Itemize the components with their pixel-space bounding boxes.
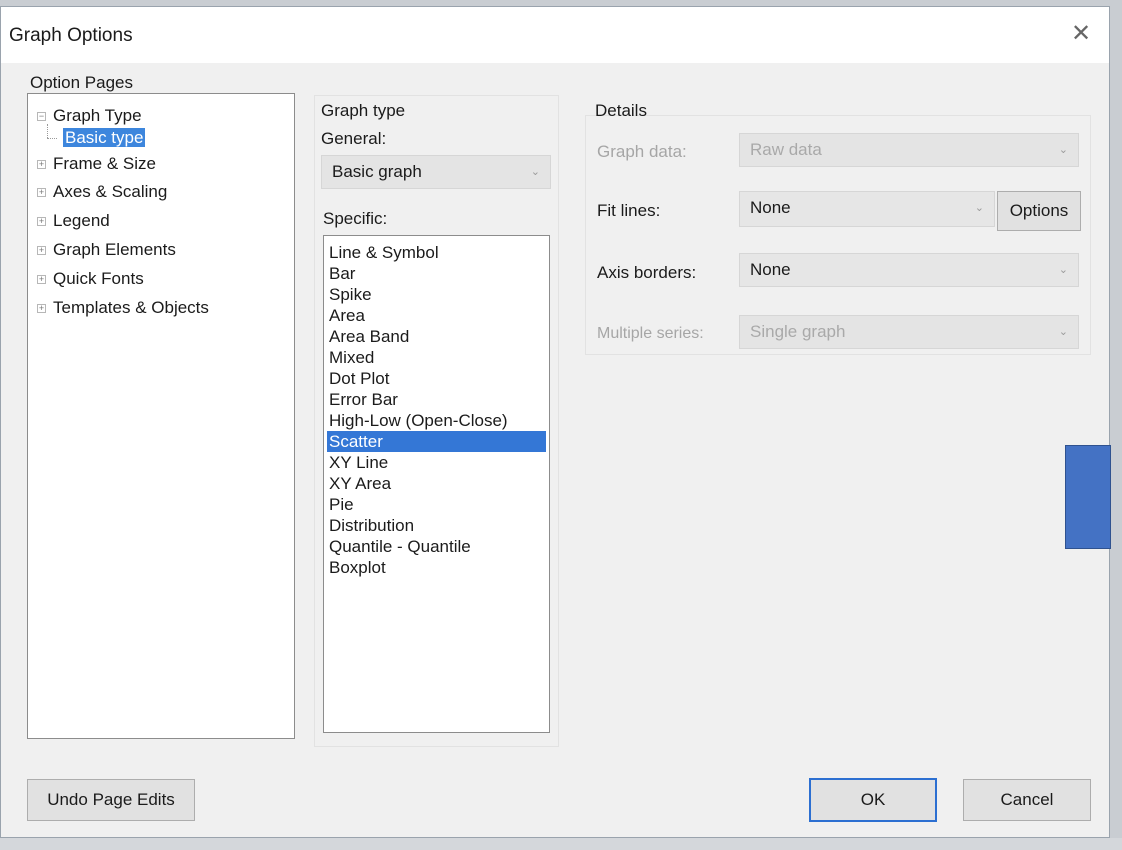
window-title: Graph Options <box>9 25 133 46</box>
fit-lines-select[interactable]: None ⌄ <box>739 191 995 227</box>
chevron-down-icon: ⌄ <box>530 166 540 178</box>
list-item[interactable]: Dot Plot <box>327 368 546 389</box>
expand-icon[interactable]: + <box>37 188 46 197</box>
graph-data-value: Raw data <box>750 140 822 159</box>
tree-item-axes-scaling[interactable]: + Axes & Scaling <box>37 182 168 202</box>
tree-item-label: Graph Elements <box>53 240 176 259</box>
option-pages-tree[interactable]: − Graph Type Basic type + Frame & Size +… <box>27 93 295 739</box>
multiple-series-value: Single graph <box>750 322 846 341</box>
list-item-selected[interactable]: Scatter <box>327 431 546 452</box>
tree-item-label: Templates & Objects <box>53 298 209 317</box>
fit-lines-value: None <box>750 198 791 217</box>
close-icon[interactable]: ✕ <box>1063 17 1099 53</box>
multiple-series-select: Single graph ⌄ <box>739 315 1079 349</box>
list-item[interactable]: Distribution <box>327 515 546 536</box>
general-label: General: <box>321 129 387 148</box>
graph-options-dialog: Graph Options ✕ Option Pages − Graph Typ… <box>0 6 1111 838</box>
list-item[interactable]: Quantile - Quantile <box>327 536 546 557</box>
chevron-down-icon: ⌄ <box>974 202 984 214</box>
list-item[interactable]: Area Band <box>327 326 546 347</box>
list-item[interactable]: Pie <box>327 494 546 515</box>
expand-icon[interactable]: + <box>37 275 46 284</box>
axis-borders-label: Axis borders: <box>597 263 697 282</box>
details-heading: Details <box>595 101 647 120</box>
list-item[interactable]: XY Area <box>327 473 546 494</box>
graph-type-heading: Graph type <box>321 101 406 120</box>
multiple-series-label: Multiple series: <box>597 325 704 342</box>
overlay-rectangle <box>1065 445 1111 549</box>
tree-item-label: Frame & Size <box>53 154 156 173</box>
axis-borders-value: None <box>750 260 791 279</box>
graph-data-label: Graph data: <box>597 142 687 161</box>
list-item[interactable]: XY Line <box>327 452 546 473</box>
tree-item-quick-fonts[interactable]: + Quick Fonts <box>37 269 144 289</box>
axis-borders-select[interactable]: None ⌄ <box>739 253 1079 287</box>
tree-connector <box>47 138 57 139</box>
cancel-button[interactable]: Cancel <box>963 779 1091 821</box>
general-select[interactable]: Basic graph ⌄ <box>321 155 551 189</box>
tree-item-templates-objects[interactable]: + Templates & Objects <box>37 298 209 318</box>
ok-button[interactable]: OK <box>809 778 937 822</box>
tree-item-label: Legend <box>53 211 110 230</box>
tree-item-graph-type[interactable]: − Graph Type <box>37 106 142 126</box>
collapse-icon[interactable]: − <box>37 112 46 121</box>
tree-item-graph-elements[interactable]: + Graph Elements <box>37 240 176 260</box>
specific-label: Specific: <box>323 209 388 228</box>
list-item[interactable]: Line & Symbol <box>327 242 546 263</box>
undo-page-edits-button[interactable]: Undo Page Edits <box>27 779 195 821</box>
taskbar-strip <box>0 838 1122 850</box>
tree-item-frame-size[interactable]: + Frame & Size <box>37 154 156 174</box>
graph-data-select: Raw data ⌄ <box>739 133 1079 167</box>
list-item[interactable]: Bar <box>327 263 546 284</box>
title-bar: Graph Options ✕ <box>1 7 1109 63</box>
option-pages-label: Option Pages <box>30 73 134 92</box>
expand-icon[interactable]: + <box>37 304 46 313</box>
expand-icon[interactable]: + <box>37 246 46 255</box>
expand-icon[interactable]: + <box>37 217 46 226</box>
tree-item-label: Quick Fonts <box>53 269 144 288</box>
tree-connector <box>47 124 48 138</box>
chevron-down-icon: ⌄ <box>1058 326 1068 338</box>
tree-item-label: Basic type <box>63 128 146 147</box>
list-item[interactable]: Area <box>327 305 546 326</box>
specific-listbox[interactable]: Line & Symbol Bar Spike Area Area Band M… <box>323 235 550 733</box>
list-item[interactable]: Spike <box>327 284 546 305</box>
list-item[interactable]: High-Low (Open-Close) <box>327 410 546 431</box>
tree-item-label: Axes & Scaling <box>53 182 168 201</box>
fit-lines-label: Fit lines: <box>597 201 661 220</box>
tree-item-legend[interactable]: + Legend <box>37 211 110 231</box>
tree-item-basic-type[interactable]: Basic type <box>63 128 146 148</box>
list-item[interactable]: Boxplot <box>327 557 546 578</box>
general-select-value: Basic graph <box>332 162 422 181</box>
list-item[interactable]: Mixed <box>327 347 546 368</box>
expand-icon[interactable]: + <box>37 160 46 169</box>
options-button[interactable]: Options <box>997 191 1081 231</box>
chevron-down-icon: ⌄ <box>1058 264 1068 276</box>
list-item[interactable]: Error Bar <box>327 389 546 410</box>
chevron-down-icon: ⌄ <box>1058 144 1068 156</box>
tree-item-label: Graph Type <box>53 106 142 125</box>
